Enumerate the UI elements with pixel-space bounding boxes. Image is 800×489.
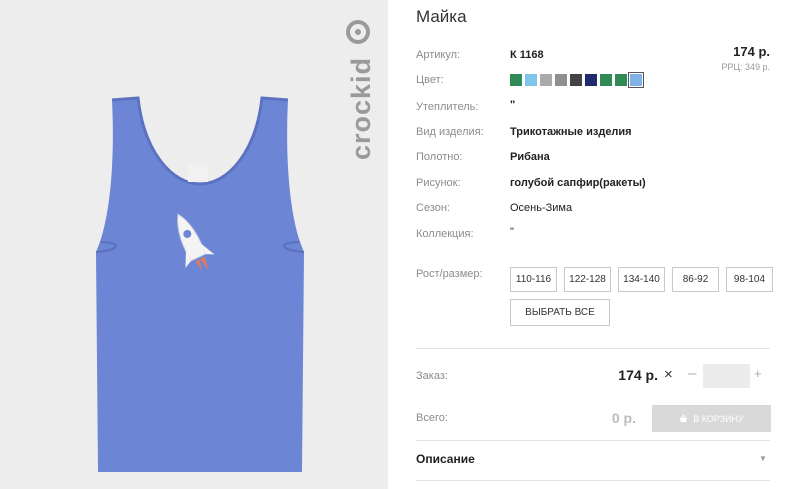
product-image[interactable]: crockid	[0, 0, 388, 489]
size-label: Рост/размер:	[416, 268, 483, 280]
color-swatches	[510, 72, 644, 88]
attr-label-insulation: Утеплитель:	[416, 101, 479, 113]
remove-icon[interactable]: ×	[664, 366, 673, 383]
color-swatch[interactable]	[585, 74, 597, 86]
size-option[interactable]: 86-92	[672, 267, 719, 292]
attr-label-collection: Коллекция:	[416, 228, 474, 240]
attr-value-type: Трикотажные изделия	[510, 126, 632, 138]
attr-value-article: К 1168	[510, 49, 544, 61]
total-value: 0 р.	[611, 410, 636, 426]
color-swatch[interactable]	[600, 74, 612, 86]
color-swatch[interactable]	[525, 74, 537, 86]
attr-value-collection: "	[510, 226, 514, 238]
tank-top-image	[95, 96, 305, 472]
chevron-down-icon[interactable]: ▼	[759, 454, 767, 463]
attr-label-season: Сезон:	[416, 202, 450, 214]
divider	[416, 480, 770, 481]
attr-label-color: Цвет:	[416, 74, 444, 86]
brand-logo: crockid	[346, 20, 376, 160]
color-swatch[interactable]	[570, 74, 582, 86]
attr-value-pattern: голубой сапфир(ракеты)	[510, 177, 646, 189]
size-option[interactable]: 98-104	[726, 267, 773, 292]
rrc-price: РРЦ: 349 р.	[721, 62, 770, 72]
color-swatch[interactable]	[555, 74, 567, 86]
divider	[416, 440, 770, 441]
order-price: 174 р.	[618, 367, 658, 383]
color-swatch[interactable]	[615, 74, 627, 86]
description-toggle[interactable]: Описание	[416, 452, 475, 466]
svg-text:crockid: crockid	[346, 57, 376, 160]
attr-value-insulation: "	[510, 99, 516, 111]
decrease-button[interactable]: –	[688, 365, 696, 382]
color-swatch[interactable]	[540, 74, 552, 86]
color-swatch[interactable]	[510, 74, 522, 86]
select-all-button[interactable]: ВЫБРАТЬ ВСЕ	[510, 299, 610, 326]
attr-value-fabric: Рибана	[510, 151, 550, 163]
size-option[interactable]: 110-116	[510, 267, 557, 292]
add-to-cart-button[interactable]: В КОРЗИНУ	[652, 405, 771, 432]
quantity-input[interactable]	[703, 364, 750, 388]
basket-icon	[680, 414, 688, 423]
product-price: 174 р.	[733, 44, 770, 59]
size-option[interactable]: 122-128	[564, 267, 611, 292]
attr-value-season: Осень-Зима	[510, 202, 573, 214]
attr-label-pattern: Рисунок:	[416, 177, 461, 189]
attr-label-type: Вид изделия:	[416, 126, 484, 138]
order-label: Заказ:	[416, 370, 448, 382]
product-title: Майка	[416, 7, 467, 26]
add-to-cart-label: В КОРЗИНУ	[693, 413, 744, 424]
total-label: Всего:	[416, 412, 448, 424]
attr-label-fabric: Полотно:	[416, 151, 463, 163]
increase-button[interactable]: +	[754, 366, 762, 381]
size-options: 110-116 122-128 134-140 86-92 98-104	[510, 267, 773, 292]
size-option[interactable]: 134-140	[618, 267, 665, 292]
divider	[416, 348, 770, 349]
attr-label-article: Артикул:	[416, 49, 461, 61]
color-swatch-selected[interactable]	[628, 72, 644, 88]
